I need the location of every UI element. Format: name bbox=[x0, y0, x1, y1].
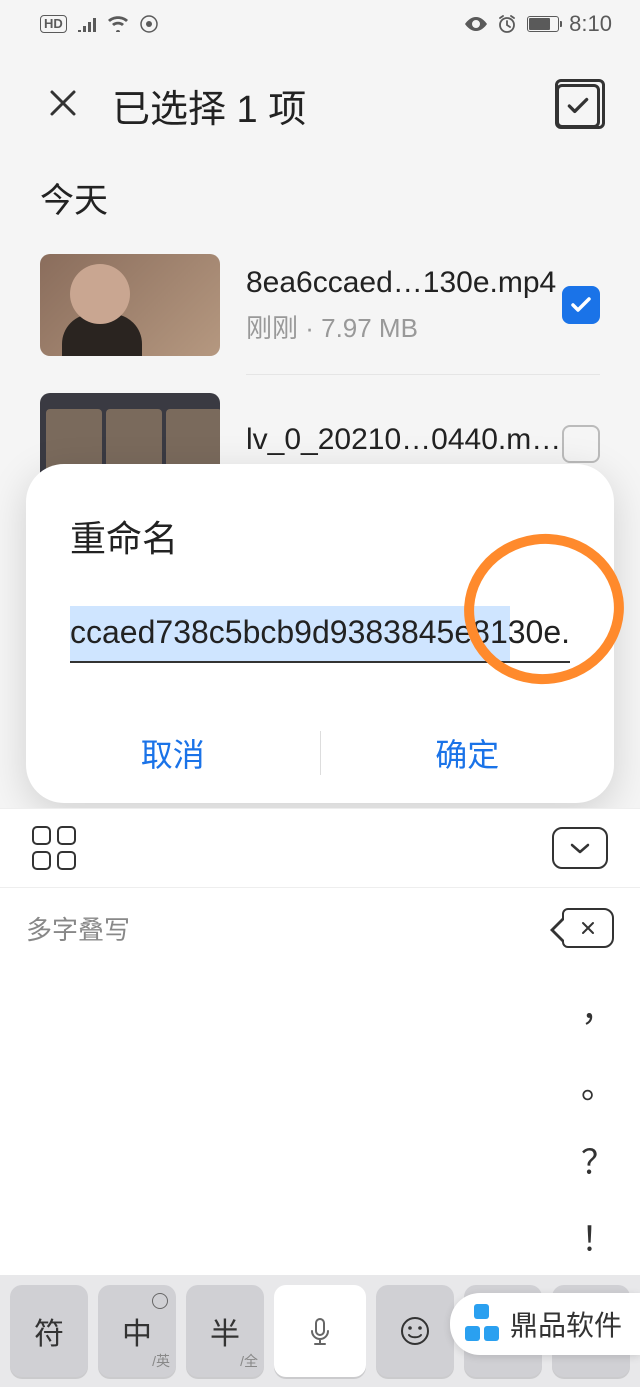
hd-icon: HD bbox=[40, 15, 67, 33]
mic-icon bbox=[300, 1311, 340, 1351]
handwriting-area[interactable]: ， 。 ？ ！ bbox=[0, 968, 640, 1275]
symbol-key[interactable]: 符 bbox=[10, 1285, 88, 1377]
file-meta: 刚刚 · 7.97 MB bbox=[246, 308, 562, 345]
punct-key-question[interactable]: ？ bbox=[556, 1122, 640, 1199]
signal-icon bbox=[77, 16, 97, 32]
space-key[interactable] bbox=[274, 1285, 366, 1377]
smile-icon bbox=[399, 1315, 431, 1347]
globe-icon bbox=[152, 1293, 168, 1309]
wifi-icon bbox=[107, 16, 129, 32]
watermark: 鼎品软件 bbox=[450, 1293, 640, 1355]
suggestion-bar: 多字叠写 bbox=[0, 888, 640, 968]
divider bbox=[246, 374, 600, 375]
rename-dialog: 重命名 取消 确定 bbox=[26, 464, 614, 803]
keyboard-collapse-button[interactable] bbox=[552, 827, 608, 869]
keyboard-toolbar bbox=[0, 808, 640, 888]
file-checkbox[interactable] bbox=[562, 425, 600, 463]
status-bar: HD 8:10 bbox=[0, 0, 640, 48]
close-button[interactable] bbox=[48, 87, 78, 125]
backspace-key[interactable] bbox=[562, 908, 614, 948]
file-checkbox[interactable] bbox=[562, 286, 600, 324]
section-today: 今天 bbox=[0, 163, 640, 246]
selection-header: 已选择 1 项 bbox=[0, 48, 640, 163]
watermark-text: 鼎品软件 bbox=[510, 1304, 622, 1344]
suggestion-hint: 多字叠写 bbox=[26, 910, 130, 947]
dialog-title: 重命名 bbox=[26, 510, 614, 606]
file-name: 8ea6ccaed…130e.mp4 bbox=[246, 266, 562, 300]
language-key[interactable]: 中 /英 bbox=[98, 1285, 176, 1377]
file-info: lv_0_20210…0440.mp4 bbox=[220, 423, 562, 465]
eye-icon bbox=[465, 17, 487, 31]
keyboard-menu-icon[interactable] bbox=[32, 826, 76, 870]
cancel-button[interactable]: 取消 bbox=[26, 703, 320, 803]
punct-key-period[interactable]: 。 bbox=[556, 1045, 640, 1122]
file-row[interactable]: 8ea6ccaed…130e.mp4 刚刚 · 7.97 MB bbox=[0, 246, 640, 364]
rename-input[interactable] bbox=[70, 606, 570, 663]
alarm-icon bbox=[497, 14, 517, 34]
select-all-button[interactable] bbox=[556, 84, 600, 128]
hotspot-icon bbox=[139, 14, 159, 34]
status-left: HD bbox=[40, 14, 159, 34]
watermark-logo-icon bbox=[462, 1304, 502, 1344]
punct-key-comma[interactable]: ， bbox=[556, 968, 640, 1045]
file-name: lv_0_20210…0440.mp4 bbox=[246, 423, 562, 457]
clock-text: 8:10 bbox=[569, 11, 612, 37]
confirm-button[interactable]: 确定 bbox=[321, 703, 615, 803]
emoji-key[interactable] bbox=[376, 1285, 454, 1377]
file-info: 8ea6ccaed…130e.mp4 刚刚 · 7.97 MB bbox=[220, 266, 562, 345]
battery-icon bbox=[527, 16, 559, 32]
punctuation-column: ， 。 ？ ！ bbox=[556, 968, 640, 1275]
punct-key-exclaim[interactable]: ！ bbox=[556, 1198, 640, 1275]
video-thumbnail bbox=[40, 254, 220, 356]
page-title: 已选择 1 项 bbox=[112, 78, 556, 133]
status-right: 8:10 bbox=[465, 11, 612, 37]
halfwidth-key[interactable]: 半 /全 bbox=[186, 1285, 264, 1377]
